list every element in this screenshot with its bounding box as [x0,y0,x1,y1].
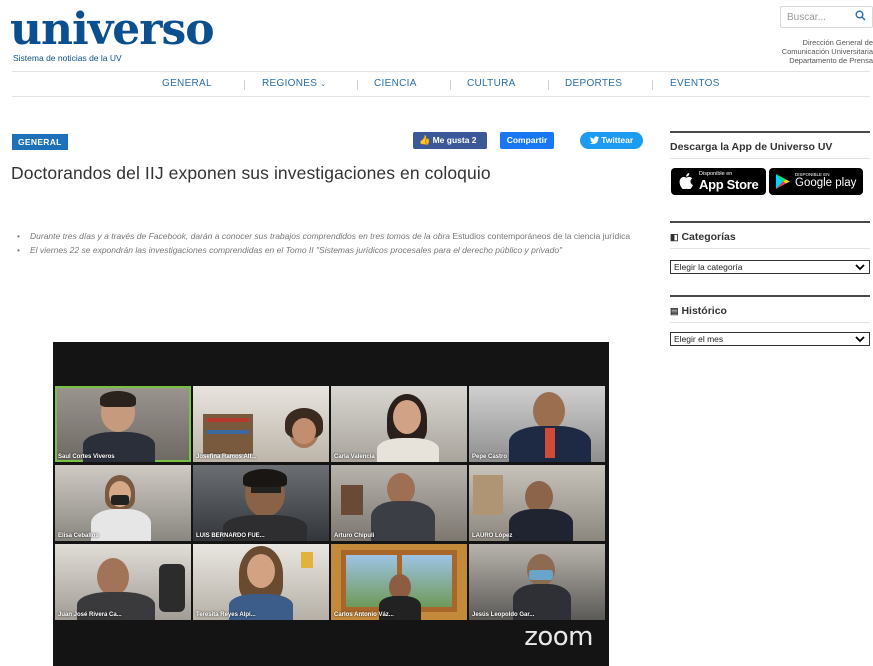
article-title: Doctorandos del IIJ exponen sus investig… [11,163,491,183]
nav-eventos[interactable]: EVENTOS [670,78,720,89]
app-section-title: Descarga la App de Universo UV [670,131,870,159]
nav-general[interactable]: GENERAL [162,78,212,89]
main-nav: GENERAL REGIONES ⌄ CIENCIA CULTURA DEPOR… [12,71,870,97]
nav-divider [652,80,653,90]
department-info: Dirección General de Comunicación Univer… [733,38,873,65]
dept-line: Departamento de Prensa [789,56,873,65]
twitter-bird-icon [589,136,599,145]
article-summary: Durante tres días y a través de Facebook… [17,230,647,258]
participant-name: Juan José Rivera Ca... [58,612,122,618]
categories-select-value: Elegir la categoría [674,262,743,272]
categories-select[interactable]: Elegir la categoría [670,260,870,274]
summary-text: Durante tres días y a través de Facebook… [30,231,453,241]
search-input[interactable]: Buscar... [780,6,873,28]
categories-section: ◧ Categorías Elegir la categoría [670,221,870,274]
gplay-big-text: Google play [795,177,857,189]
participant-tile: Saul Cortes Viveros [55,386,191,462]
archive-title: Histórico [681,305,727,317]
search-placeholder: Buscar... [787,12,826,23]
apple-icon [679,173,693,189]
app-store-button[interactable]: Disponible en App Store [671,168,766,195]
app-download-section: Descarga la App de Universo UV [670,131,870,159]
facebook-share-button[interactable]: Compartir [500,132,554,149]
thumbs-up-icon: 👍 [419,135,431,145]
dept-line: Dirección General de [802,38,873,47]
zoom-brand: zoom [524,622,593,652]
month-select[interactable]: Elegir el mes [670,332,870,346]
participant-tile: Josefina Ramos Alf... [193,386,329,462]
nav-cultura[interactable]: CULTURA [467,78,516,89]
participant-tile: Jesús Leopoldo Gar... [469,544,605,620]
chevron-down-icon [855,336,865,343]
tweet-label: Twittear [601,135,634,145]
participant-name: Arturo Chipuli [334,533,375,539]
nav-ciencia[interactable]: CIENCIA [374,78,417,89]
work-title: Estudios contemporáneos de la ciencia ju… [452,231,631,241]
participant-tile: Teresita Reyes Alpi... [193,544,329,620]
participant-name: Jesús Leopoldo Gar... [472,612,535,618]
month-select-value: Elegir el mes [674,334,724,344]
participant-tile: Arturo Chipuli [331,465,467,541]
categories-title: Categorías [681,231,736,243]
participant-tile: Carlos Antonio Váz... [331,544,467,620]
participant-tile: Juan José Rivera Ca... [55,544,191,620]
nav-divider [450,80,451,90]
participant-name: LAURO López [472,533,513,539]
dept-line: Comunicación Universitaria [781,47,873,56]
nav-deportes[interactable]: DEPORTES [565,78,622,89]
participant-name: Carla Valencia [334,454,375,460]
search-icon[interactable] [855,10,866,21]
calendar-icon: ▤ [670,306,679,316]
logo-text: universo [10,4,215,55]
chevron-down-icon [855,264,865,271]
like-label: Me gusta 2 [432,135,477,145]
participant-name: LUIS BERNARDO FUE... [196,533,265,539]
participant-tile: Pepe Castro [469,386,605,462]
participant-tile: LAURO López [469,465,605,541]
appstore-big-text: App Store [699,177,759,192]
summary-text: El viernes 22 se expondrán las investiga… [30,245,563,255]
archive-header: ▤ Histórico [670,295,870,323]
archive-section: ▤ Histórico Elegir el mes [670,295,870,346]
nav-divider [357,80,358,90]
zoom-meeting-image: Saul Cortes Viveros Josefina Ramos Alf..… [53,342,609,666]
participant-name: Josefina Ramos Alf... [196,454,257,460]
summary-item: Durante tres días y a través de Facebook… [17,230,647,243]
participant-name: Teresita Reyes Alpi... [196,612,256,618]
facebook-like-button[interactable]: 👍 Me gusta 2 [413,132,487,149]
folder-icon: ◧ [670,232,679,242]
nav-regiones[interactable]: REGIONES ⌄ [262,78,326,89]
universo-logo[interactable]: universo Sistema de noticias de la UV [10,4,215,64]
summary-item: El viernes 22 se expondrán las investiga… [17,244,647,257]
category-badge[interactable]: GENERAL [12,134,68,150]
participant-tile: Carla Valencia [331,386,467,462]
participant-name: Carlos Antonio Váz... [334,612,394,618]
nav-divider [244,80,245,90]
categories-header: ◧ Categorías [670,221,870,249]
twitter-tweet-button[interactable]: Twittear [580,132,643,149]
participant-tile: Elisa Ceballos [55,465,191,541]
google-play-icon [776,174,790,189]
google-play-button[interactable]: DISPONIBLE EN Google play [769,168,863,195]
participant-name: Pepe Castro [472,454,508,460]
participant-tile: LUIS BERNARDO FUE... [193,465,329,541]
participant-name: Elisa Ceballos [58,533,99,539]
chevron-down-icon: ⌄ [320,81,327,88]
nav-divider [548,80,549,90]
nav-regiones-label: REGIONES [262,78,318,89]
participant-name: Saul Cortes Viveros [58,454,115,460]
